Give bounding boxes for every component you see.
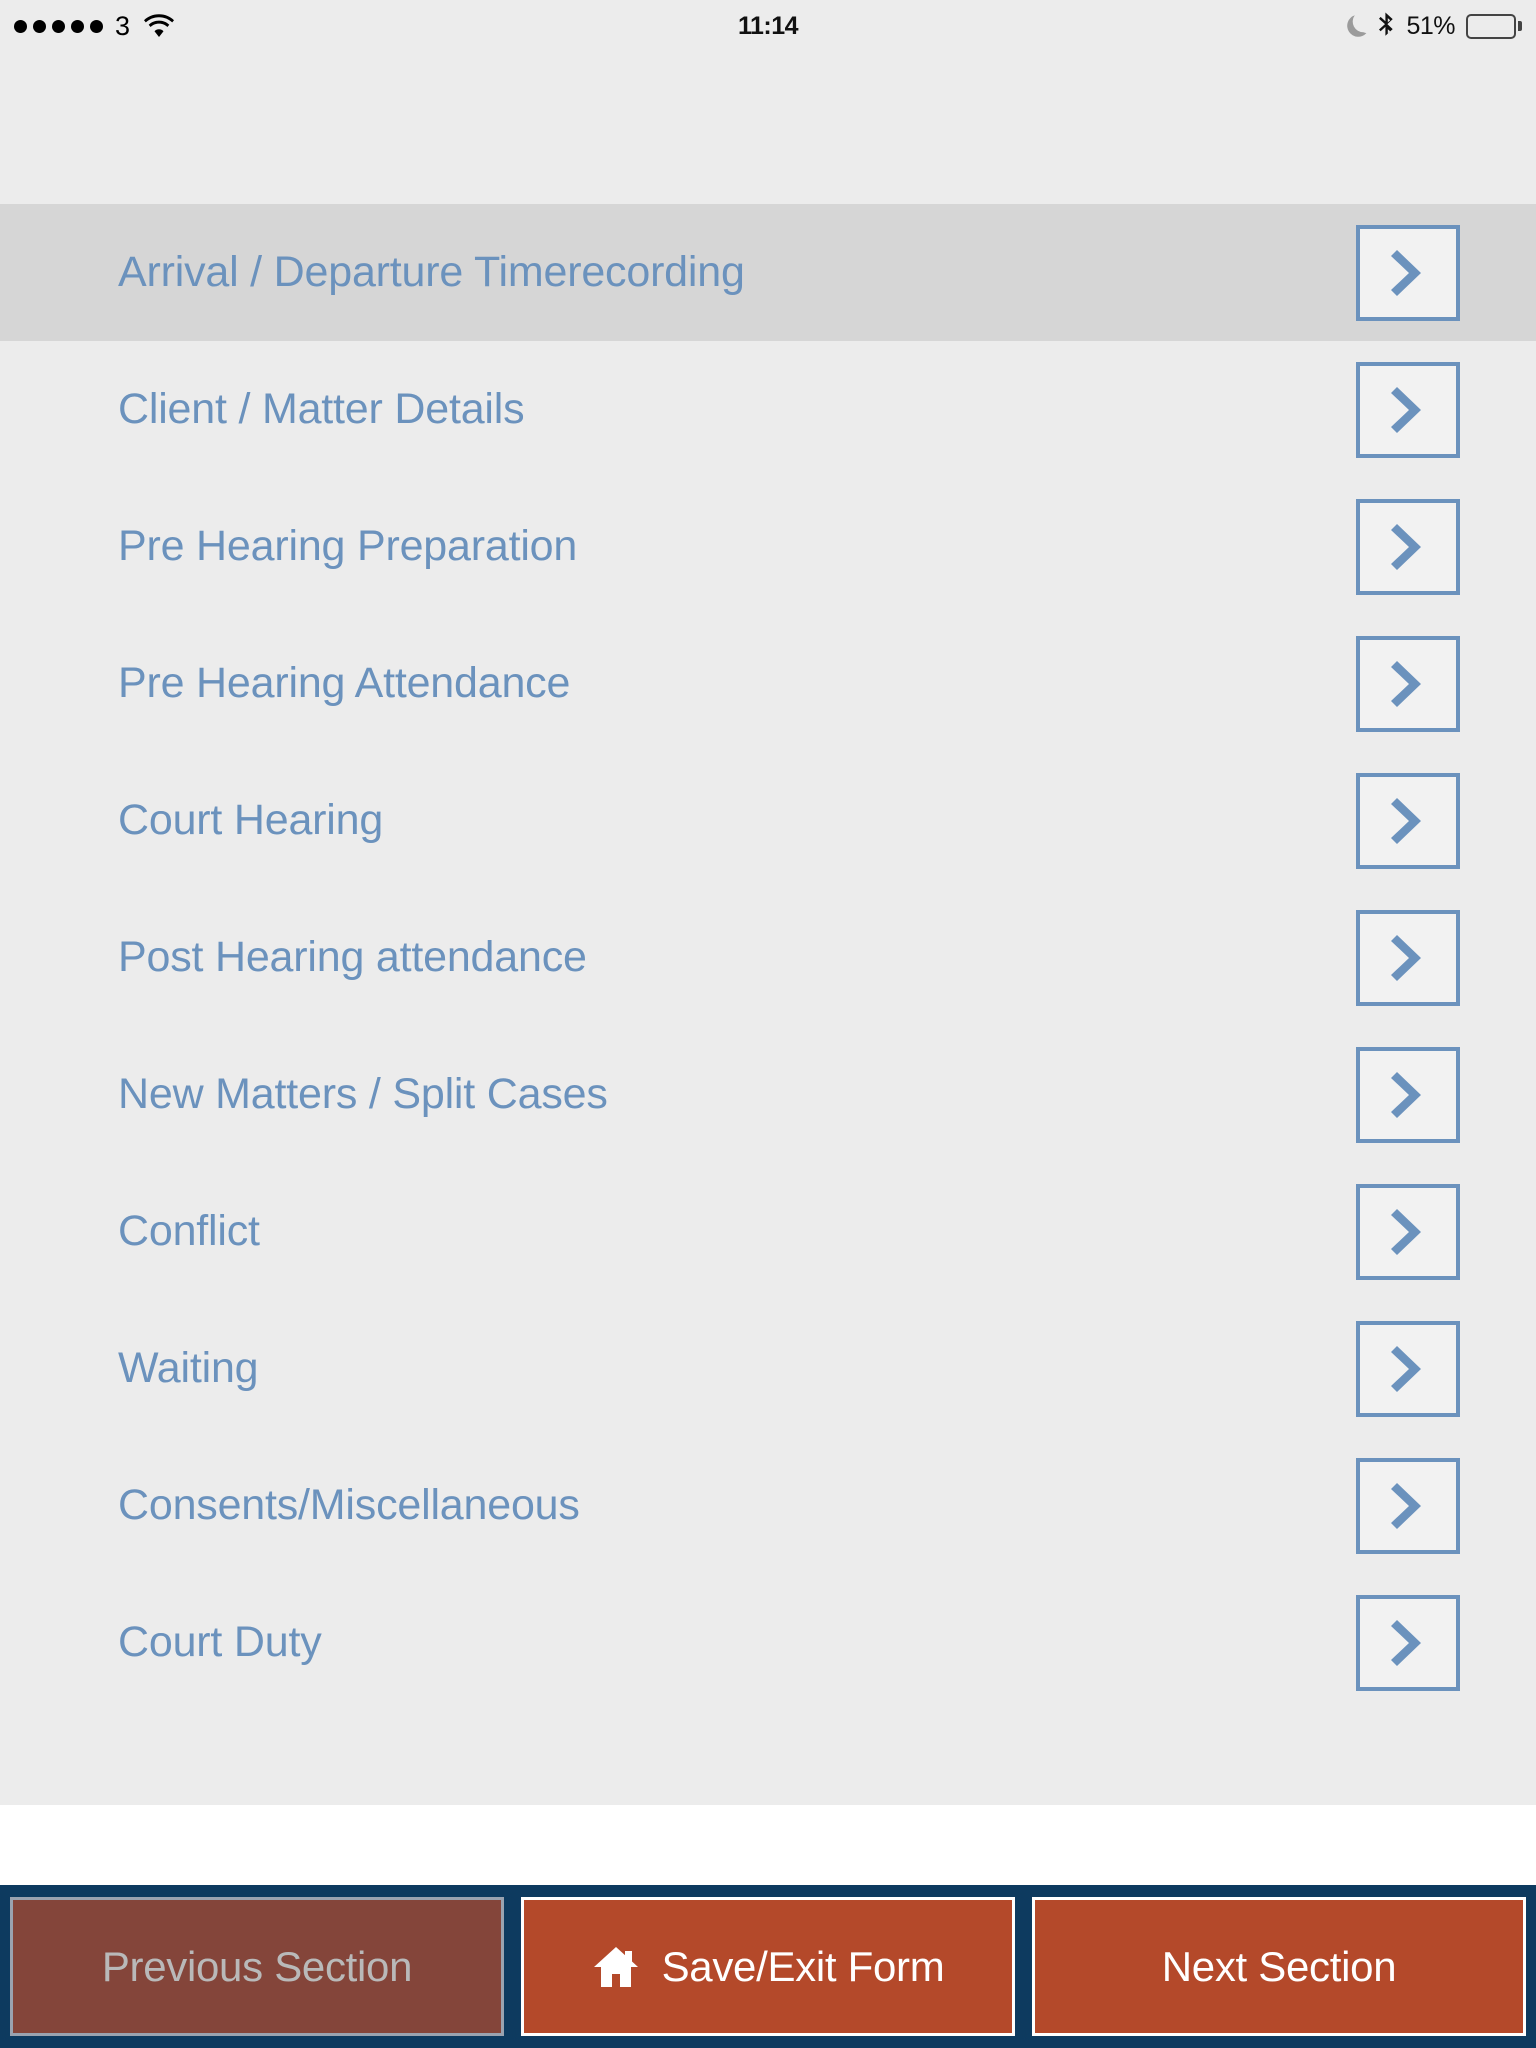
section-row[interactable]: Court Duty: [0, 1574, 1536, 1711]
main-content: Arrival / Departure Timerecording Client …: [0, 52, 1536, 1805]
save-exit-form-label: Save/Exit Form: [661, 1942, 945, 1990]
bluetooth-icon: [1378, 12, 1395, 40]
section-row[interactable]: New Matters / Split Cases: [0, 1026, 1536, 1163]
chevron-right-icon[interactable]: [1356, 224, 1460, 321]
chevron-right-icon[interactable]: [1356, 1457, 1460, 1554]
chevron-right-icon[interactable]: [1356, 498, 1460, 595]
section-row[interactable]: Conflict: [0, 1163, 1536, 1300]
chevron-right-icon[interactable]: [1356, 1320, 1460, 1417]
section-row-label: Consents/Miscellaneous: [118, 1481, 580, 1529]
chevron-right-icon[interactable]: [1356, 1594, 1460, 1691]
chevron-right-icon[interactable]: [1356, 635, 1460, 732]
section-row-label: Client / Matter Details: [118, 385, 525, 433]
section-row-label: Arrival / Departure Timerecording: [118, 248, 745, 296]
section-row-label: Post Hearing attendance: [118, 933, 587, 981]
section-row[interactable]: Client / Matter Details: [0, 341, 1536, 478]
section-row-label: Pre Hearing Preparation: [118, 522, 578, 570]
section-list: Arrival / Departure Timerecording Client …: [0, 204, 1536, 1711]
section-row-label: Pre Hearing Attendance: [118, 659, 571, 707]
section-row-label: Waiting: [118, 1344, 259, 1392]
home-icon: [592, 1943, 640, 1991]
section-row-label: Court Duty: [118, 1618, 322, 1666]
section-row-label: Conflict: [118, 1207, 260, 1255]
battery-icon: [1466, 13, 1522, 39]
section-row[interactable]: Waiting: [0, 1300, 1536, 1437]
chevron-right-icon[interactable]: [1356, 1046, 1460, 1143]
next-section-button[interactable]: Next Section: [1032, 1897, 1526, 2036]
app-screen: 3 11:14 51% Arrival / Departure Timereco…: [0, 0, 1536, 2048]
previous-section-label: Previous Section: [101, 1942, 413, 1990]
section-row[interactable]: Consents/Miscellaneous: [0, 1437, 1536, 1574]
chevron-right-icon[interactable]: [1356, 1183, 1460, 1280]
section-row[interactable]: Court Hearing: [0, 752, 1536, 889]
clock: 11:14: [737, 11, 799, 40]
chevron-right-icon[interactable]: [1356, 361, 1460, 458]
section-row-label: New Matters / Split Cases: [118, 1070, 608, 1118]
section-row[interactable]: Arrival / Departure Timerecording: [0, 204, 1536, 341]
section-row-label: Court Hearing: [118, 796, 384, 844]
bottom-toolbar: Previous Section Save/Exit Form Next Sec…: [0, 1885, 1536, 2048]
chevron-right-icon[interactable]: [1356, 772, 1460, 869]
moon-icon: [1345, 13, 1367, 39]
previous-section-button[interactable]: Previous Section: [10, 1897, 504, 2036]
next-section-label: Next Section: [1161, 1942, 1397, 1990]
chevron-right-icon[interactable]: [1356, 909, 1460, 1006]
section-row[interactable]: Post Hearing attendance: [0, 889, 1536, 1026]
bottom-spacer: [0, 1805, 1536, 1885]
status-bar: 3 11:14 51%: [0, 0, 1536, 52]
section-row[interactable]: Pre Hearing Preparation: [0, 478, 1536, 615]
status-bar-right: 51%: [1345, 0, 1522, 52]
battery-percent-label: 51%: [1406, 11, 1455, 40]
save-exit-form-button[interactable]: Save/Exit Form: [521, 1897, 1015, 2036]
section-row[interactable]: Pre Hearing Attendance: [0, 615, 1536, 752]
